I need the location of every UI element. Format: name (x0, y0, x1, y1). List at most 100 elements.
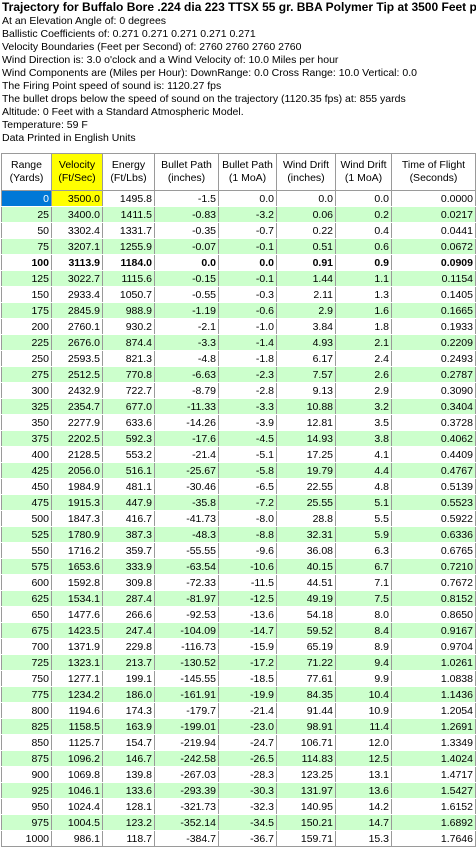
cell-bullet-path-inches[interactable]: -30.46 (154, 478, 219, 495)
cell-wind-drift-inches[interactable]: 40.15 (276, 558, 336, 575)
cell-range[interactable]: 450 (1, 478, 52, 495)
cell-velocity[interactable]: 2593.5 (51, 350, 103, 367)
cell-wind-drift-inches[interactable]: 140.95 (276, 798, 336, 815)
cell-time-of-flight[interactable]: 0.1405 (391, 286, 476, 303)
cell-bullet-path-moa[interactable]: -30.3 (218, 782, 277, 799)
cell-range[interactable]: 175 (1, 302, 52, 319)
cell-energy[interactable]: 229.8 (102, 638, 155, 655)
column-header-wind-drift-moa[interactable]: Wind Drift (1 MoA) (335, 153, 392, 191)
cell-energy[interactable]: 123.2 (102, 814, 155, 831)
cell-energy[interactable]: 1495.8 (102, 190, 155, 207)
cell-wind-drift-inches[interactable]: 25.55 (276, 494, 336, 511)
cell-time-of-flight[interactable]: 0.6336 (391, 526, 476, 543)
cell-bullet-path-moa[interactable]: -0.7 (218, 222, 277, 239)
cell-wind-drift-moa[interactable]: 14.7 (335, 814, 392, 831)
cell-bullet-path-moa[interactable]: -2.8 (218, 382, 277, 399)
cell-velocity[interactable]: 1371.9 (51, 638, 103, 655)
column-header-velocity[interactable]: Velocity (Ft/Sec) (51, 153, 103, 191)
cell-range[interactable]: 75 (1, 238, 52, 255)
cell-range[interactable]: 600 (1, 574, 52, 591)
cell-range[interactable]: 800 (1, 702, 52, 719)
cell-energy[interactable]: 163.9 (102, 718, 155, 735)
cell-energy[interactable]: 722.7 (102, 382, 155, 399)
cell-bullet-path-inches[interactable]: -242.58 (154, 750, 219, 767)
cell-bullet-path-moa[interactable]: -7.2 (218, 494, 277, 511)
cell-bullet-path-moa[interactable]: -0.3 (218, 286, 277, 303)
cell-wind-drift-moa[interactable]: 5.1 (335, 494, 392, 511)
cell-velocity[interactable]: 1069.8 (51, 766, 103, 783)
cell-wind-drift-inches[interactable]: 54.18 (276, 606, 336, 623)
cell-energy[interactable]: 154.7 (102, 734, 155, 751)
cell-wind-drift-moa[interactable]: 15.3 (335, 830, 392, 847)
cell-energy[interactable]: 1050.7 (102, 286, 155, 303)
cell-wind-drift-inches[interactable]: 114.83 (276, 750, 336, 767)
cell-velocity[interactable]: 1096.2 (51, 750, 103, 767)
cell-wind-drift-inches[interactable]: 84.35 (276, 686, 336, 703)
cell-time-of-flight[interactable]: 0.6765 (391, 542, 476, 559)
cell-velocity[interactable]: 1477.6 (51, 606, 103, 623)
cell-velocity[interactable]: 1277.1 (51, 670, 103, 687)
cell-time-of-flight[interactable]: 0.8650 (391, 606, 476, 623)
cell-time-of-flight[interactable]: 0.3728 (391, 414, 476, 431)
cell-bullet-path-inches[interactable]: -11.33 (154, 398, 219, 415)
cell-velocity[interactable]: 1234.2 (51, 686, 103, 703)
cell-energy[interactable]: 1184.0 (102, 254, 155, 271)
cell-energy[interactable]: 266.6 (102, 606, 155, 623)
cell-energy[interactable]: 359.7 (102, 542, 155, 559)
cell-bullet-path-moa[interactable]: -5.1 (218, 446, 277, 463)
cell-time-of-flight[interactable]: 0.9167 (391, 622, 476, 639)
cell-range[interactable]: 625 (1, 590, 52, 607)
cell-wind-drift-inches[interactable]: 36.08 (276, 542, 336, 559)
cell-range[interactable]: 50 (1, 222, 52, 239)
cell-energy[interactable]: 1115.6 (102, 270, 155, 287)
cell-wind-drift-moa[interactable]: 0.6 (335, 238, 392, 255)
cell-range[interactable]: 850 (1, 734, 52, 751)
cell-wind-drift-inches[interactable]: 0.0 (276, 190, 336, 207)
cell-range[interactable]: 475 (1, 494, 52, 511)
cell-energy[interactable]: 988.9 (102, 302, 155, 319)
cell-wind-drift-inches[interactable]: 71.22 (276, 654, 336, 671)
cell-bullet-path-inches[interactable]: -352.14 (154, 814, 219, 831)
cell-range[interactable]: 900 (1, 766, 52, 783)
cell-wind-drift-inches[interactable]: 65.19 (276, 638, 336, 655)
cell-bullet-path-inches[interactable]: -55.55 (154, 542, 219, 559)
cell-energy[interactable]: 128.1 (102, 798, 155, 815)
cell-bullet-path-moa[interactable]: -1.8 (218, 350, 277, 367)
cell-range[interactable]: 350 (1, 414, 52, 431)
cell-energy[interactable]: 133.6 (102, 782, 155, 799)
cell-wind-drift-inches[interactable]: 10.88 (276, 398, 336, 415)
cell-wind-drift-moa[interactable]: 2.1 (335, 334, 392, 351)
cell-bullet-path-inches[interactable]: -116.73 (154, 638, 219, 655)
cell-bullet-path-inches[interactable]: -41.73 (154, 510, 219, 527)
cell-time-of-flight[interactable]: 0.9704 (391, 638, 476, 655)
cell-velocity[interactable]: 1780.9 (51, 526, 103, 543)
cell-wind-drift-moa[interactable]: 4.4 (335, 462, 392, 479)
cell-range[interactable]: 250 (1, 350, 52, 367)
cell-velocity[interactable]: 3113.9 (51, 254, 103, 271)
cell-wind-drift-moa[interactable]: 1.1 (335, 270, 392, 287)
cell-velocity[interactable]: 3500.0 (51, 190, 103, 207)
cell-time-of-flight[interactable]: 0.0672 (391, 238, 476, 255)
cell-bullet-path-moa[interactable]: -15.9 (218, 638, 277, 655)
cell-wind-drift-moa[interactable]: 4.1 (335, 446, 392, 463)
cell-bullet-path-moa[interactable]: -23.0 (218, 718, 277, 735)
cell-wind-drift-inches[interactable]: 0.51 (276, 238, 336, 255)
cell-wind-drift-moa[interactable]: 13.6 (335, 782, 392, 799)
cell-bullet-path-moa[interactable]: -0.6 (218, 302, 277, 319)
cell-wind-drift-inches[interactable]: 98.91 (276, 718, 336, 735)
cell-wind-drift-moa[interactable]: 8.0 (335, 606, 392, 623)
cell-wind-drift-inches[interactable]: 6.17 (276, 350, 336, 367)
cell-range[interactable]: 925 (1, 782, 52, 799)
cell-bullet-path-inches[interactable]: -17.6 (154, 430, 219, 447)
cell-time-of-flight[interactable]: 1.1436 (391, 686, 476, 703)
cell-wind-drift-inches[interactable]: 106.71 (276, 734, 336, 751)
cell-wind-drift-inches[interactable]: 2.11 (276, 286, 336, 303)
cell-velocity[interactable]: 2128.5 (51, 446, 103, 463)
cell-energy[interactable]: 287.4 (102, 590, 155, 607)
cell-wind-drift-moa[interactable]: 0.4 (335, 222, 392, 239)
cell-velocity[interactable]: 2676.0 (51, 334, 103, 351)
cell-bullet-path-moa[interactable]: -6.5 (218, 478, 277, 495)
cell-range[interactable]: 700 (1, 638, 52, 655)
column-header-bullet-path-inches[interactable]: Bullet Path (inches) (154, 153, 219, 191)
cell-velocity[interactable]: 1323.1 (51, 654, 103, 671)
